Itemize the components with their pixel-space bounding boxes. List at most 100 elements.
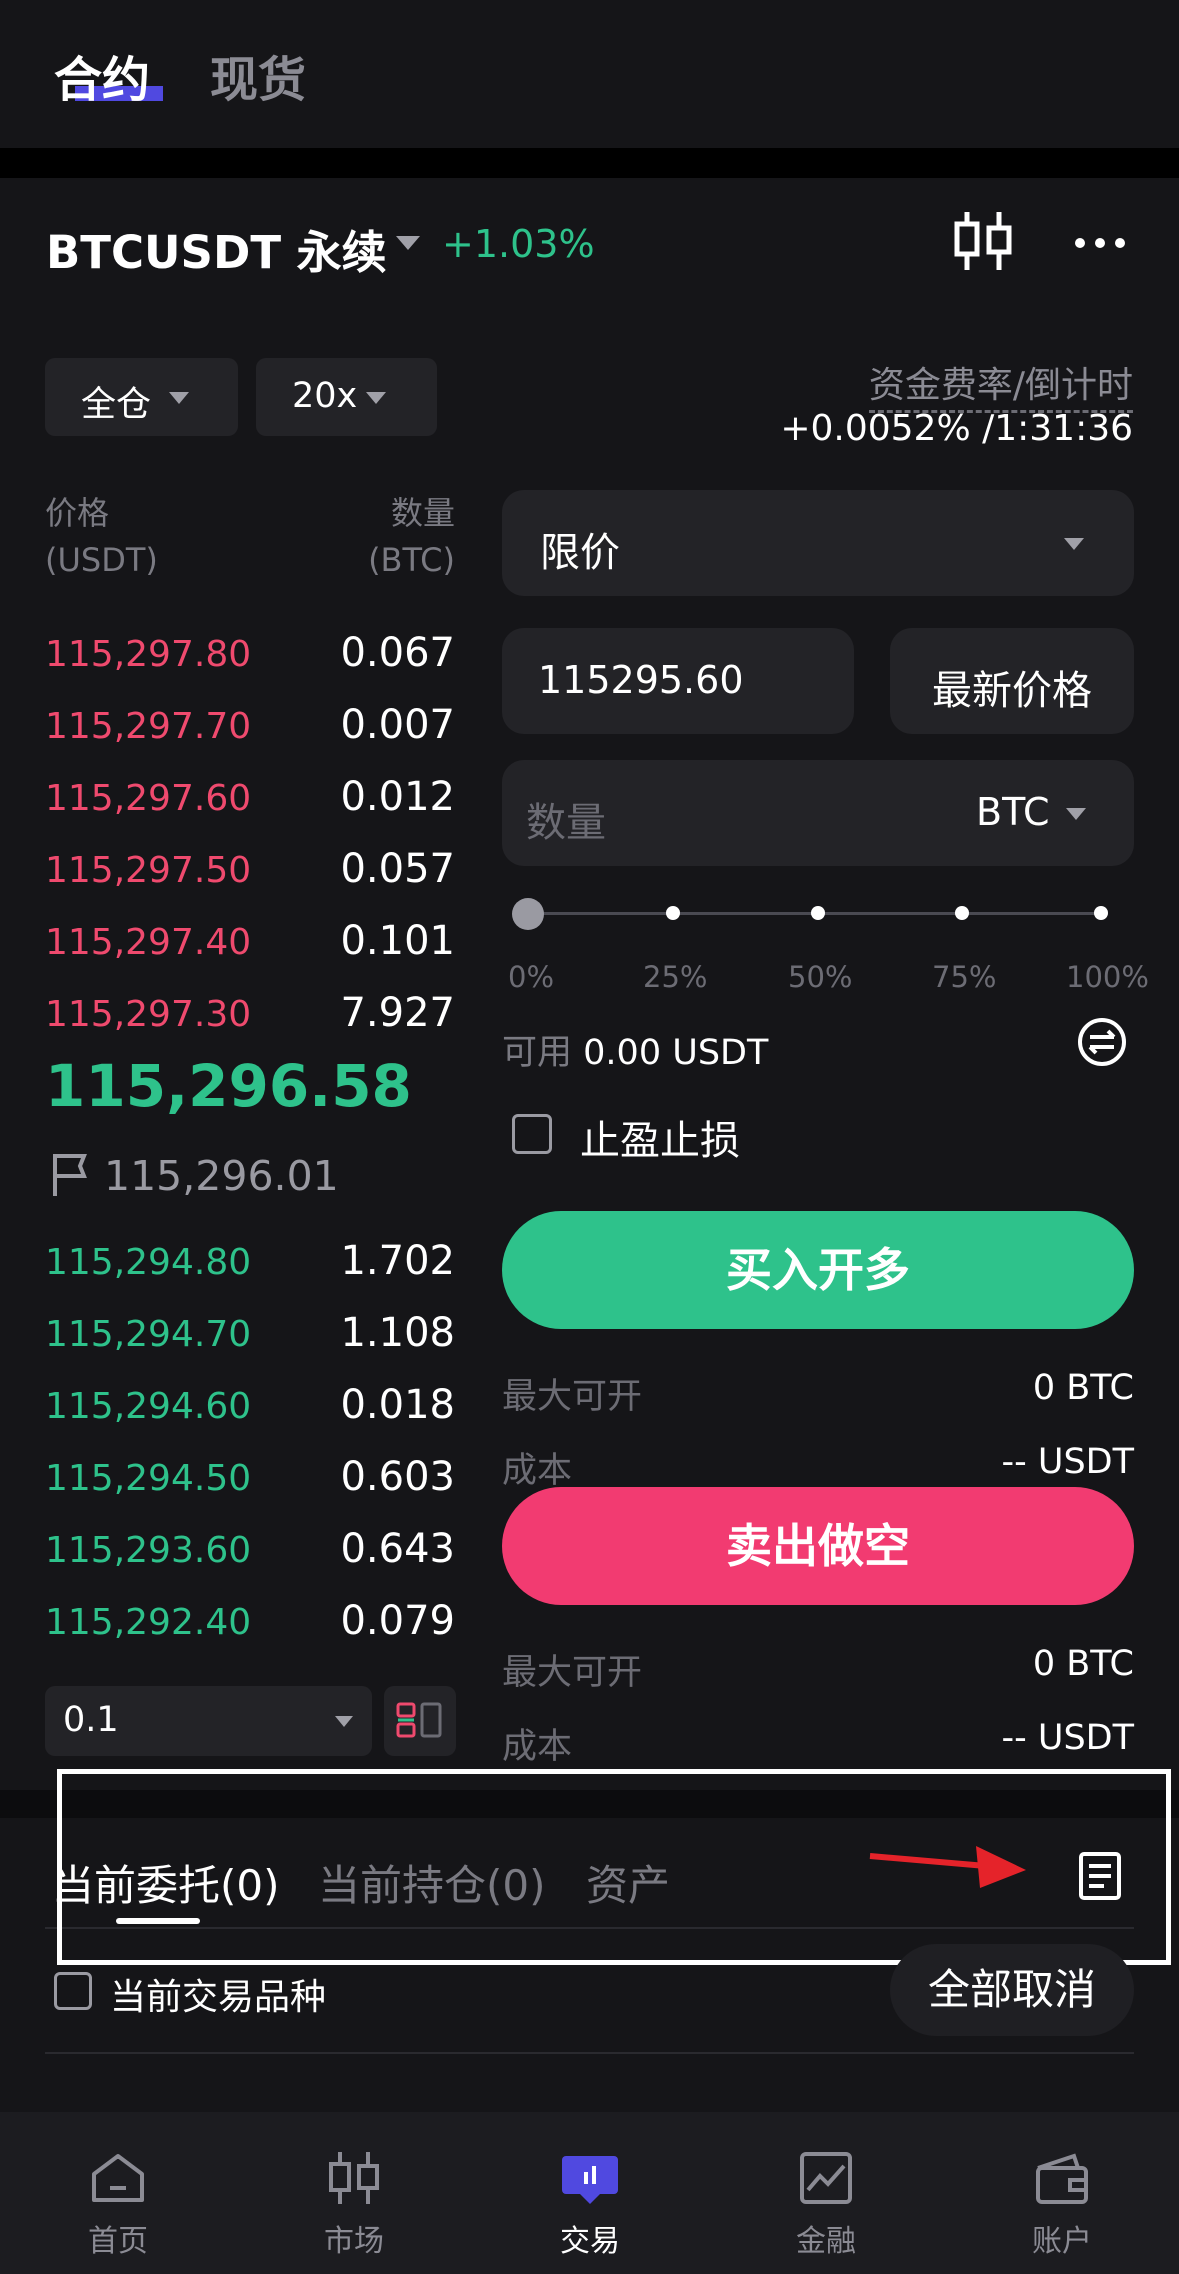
- ask-price: 115,297.50: [45, 850, 252, 891]
- ask-price: 115,297.80: [45, 634, 252, 675]
- chevron-down-icon: [169, 392, 189, 404]
- chevron-down-icon[interactable]: [396, 236, 420, 250]
- ask-row[interactable]: 115,297.80 0.067: [45, 624, 455, 684]
- ask-row[interactable]: 115,297.50 0.057: [45, 840, 455, 900]
- order-type-label: 限价: [540, 530, 620, 576]
- sell-short-button[interactable]: 卖出做空: [502, 1487, 1134, 1605]
- top-divider: [0, 148, 1179, 178]
- layout-icon: [396, 1702, 442, 1738]
- chevron-down-icon: [1066, 808, 1086, 820]
- bid-price: 115,293.60: [45, 1530, 252, 1571]
- tpsl-label[interactable]: 止盈止损: [580, 1108, 740, 1166]
- ask-qty: 0.057: [340, 846, 455, 892]
- nav-market[interactable]: 市场: [236, 2112, 472, 2274]
- divider: [45, 2052, 1134, 2054]
- bid-row[interactable]: 115,294.60 0.018: [45, 1376, 455, 1436]
- slider-label: 100%: [1066, 960, 1149, 994]
- bid-price: 115,294.60: [45, 1386, 252, 1427]
- ask-qty: 0.007: [340, 702, 455, 748]
- quantity-slider-handle[interactable]: [512, 898, 544, 930]
- margin-mode-select[interactable]: 全仓: [45, 358, 238, 436]
- slider-label: 50%: [788, 960, 853, 994]
- price-input-value: 115295.60: [538, 658, 744, 702]
- latest-price-button[interactable]: 最新价格: [890, 628, 1134, 734]
- mark-price: 115,296.01: [104, 1152, 339, 1200]
- nav-home[interactable]: 首页: [0, 2112, 236, 2274]
- ask-row[interactable]: 115,297.60 0.012: [45, 768, 455, 828]
- bid-qty: 0.603: [340, 1454, 455, 1500]
- orderbook-layout-toggle[interactable]: [384, 1686, 456, 1756]
- bid-row[interactable]: 115,294.70 1.108: [45, 1304, 455, 1364]
- tpsl-checkbox[interactable]: [512, 1114, 552, 1154]
- bottom-nav: 首页 市场 交易 金融 账户: [0, 2112, 1179, 2274]
- nav-account[interactable]: 账户: [944, 2112, 1179, 2274]
- leverage-select[interactable]: 20x: [256, 358, 437, 436]
- ask-qty: 0.101: [340, 918, 455, 964]
- candlestick-chart-icon[interactable]: [950, 208, 1016, 274]
- quantity-unit-select[interactable]: BTC: [976, 790, 1050, 834]
- current-pair-checkbox[interactable]: [54, 1972, 92, 2010]
- trade-icon: [562, 2156, 618, 2204]
- current-pair-label[interactable]: 当前交易品种: [110, 1968, 326, 2020]
- nav-trade[interactable]: 交易: [472, 2112, 708, 2274]
- quantity-placeholder: 数量: [526, 800, 606, 846]
- slider-label: 75%: [932, 960, 997, 994]
- slider-step[interactable]: [1094, 906, 1108, 920]
- bid-price: 115,294.70: [45, 1314, 252, 1355]
- funding-rate-label[interactable]: 资金费率/倒计时: [868, 356, 1133, 413]
- leverage-label: 20x: [292, 376, 358, 416]
- funding-rate-value: +0.0052% /1:31:36: [780, 408, 1133, 449]
- bid-qty: 1.702: [340, 1238, 455, 1284]
- orderbook-qty-header: 数量 (BTC): [368, 494, 455, 579]
- slider-step[interactable]: [666, 906, 680, 920]
- ask-qty: 7.927: [340, 990, 455, 1036]
- bid-price: 115,294.80: [45, 1242, 252, 1283]
- bid-row[interactable]: 115,292.40 0.079: [45, 1592, 455, 1652]
- depth-precision-select[interactable]: 0.1: [45, 1686, 372, 1756]
- orderbook-price-header: 价格 (USDT): [45, 494, 158, 579]
- pair-selector[interactable]: BTCUSDT 永续: [46, 216, 387, 281]
- price-input[interactable]: 115295.60: [502, 628, 854, 734]
- more-icon[interactable]: [1070, 222, 1130, 264]
- slider-step[interactable]: [955, 906, 969, 920]
- depth-precision-value: 0.1: [63, 1700, 119, 1740]
- bid-row[interactable]: 115,294.50 0.603: [45, 1448, 455, 1508]
- ask-price: 115,297.40: [45, 922, 252, 963]
- last-price[interactable]: 115,296.58: [45, 1052, 412, 1120]
- transfer-icon[interactable]: [1076, 1016, 1128, 1068]
- flag-icon: [53, 1154, 87, 1196]
- ask-price: 115,297.60: [45, 778, 252, 819]
- ask-row[interactable]: 115,297.40 0.101: [45, 912, 455, 972]
- quantity-input[interactable]: 数量 BTC: [502, 760, 1134, 866]
- bid-price: 115,294.50: [45, 1458, 252, 1499]
- tab-futures[interactable]: 合约: [54, 40, 150, 110]
- arrow-icon: [869, 1846, 1026, 1888]
- bid-qty: 1.108: [340, 1310, 455, 1356]
- ask-row[interactable]: 115,297.70 0.007: [45, 696, 455, 756]
- cancel-all-button[interactable]: 全部取消: [890, 1944, 1134, 2036]
- bid-qty: 0.018: [340, 1382, 455, 1428]
- ask-price: 115,297.30: [45, 994, 252, 1035]
- tab-spot[interactable]: 现货: [210, 40, 306, 110]
- chevron-down-icon: [1064, 538, 1084, 550]
- available-balance: 可用 0.00 USDT: [502, 1033, 769, 1073]
- order-type-select[interactable]: 限价: [502, 490, 1134, 596]
- home-icon: [92, 2154, 144, 2202]
- top-tab-bar: 合约 现货: [0, 0, 1179, 148]
- bid-row[interactable]: 115,294.80 1.702: [45, 1232, 455, 1292]
- slider-label: 25%: [643, 960, 708, 994]
- ask-row[interactable]: 115,297.30 7.927: [45, 984, 455, 1044]
- market-icon: [329, 2152, 379, 2204]
- slider-step[interactable]: [811, 906, 825, 920]
- price-change: +1.03%: [442, 222, 595, 266]
- wallet-icon: [1036, 2153, 1088, 2204]
- bid-row[interactable]: 115,293.60 0.643: [45, 1520, 455, 1580]
- ask-qty: 0.012: [340, 774, 455, 820]
- ask-price: 115,297.70: [45, 706, 252, 747]
- nav-finance[interactable]: 金融: [708, 2112, 944, 2274]
- buy-long-button[interactable]: 买入开多: [502, 1211, 1134, 1329]
- ask-qty: 0.067: [340, 630, 455, 676]
- slider-label: 0%: [508, 960, 555, 994]
- chevron-down-icon: [366, 392, 386, 404]
- bid-qty: 0.643: [340, 1526, 455, 1572]
